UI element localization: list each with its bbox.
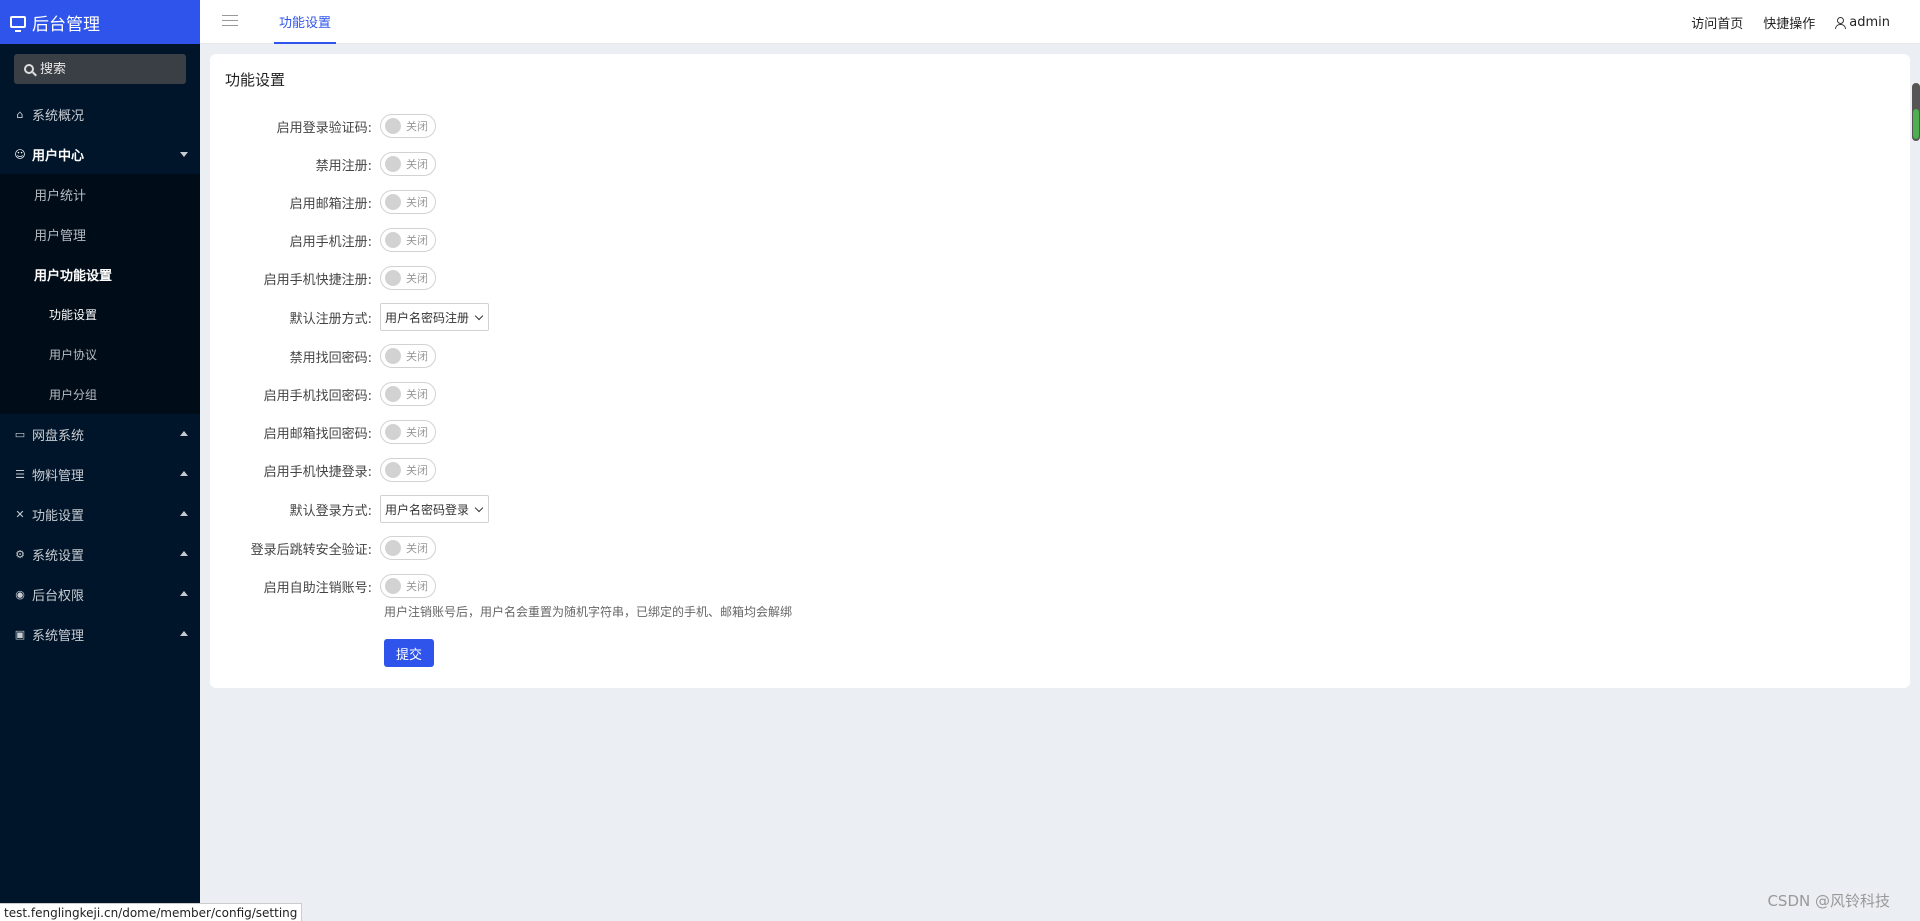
- toggle-phone-recover[interactable]: 关闭: [380, 382, 436, 406]
- row-default-login: 默认登录方式: 用户名密码登录: [210, 494, 490, 524]
- user-circle-icon: ◉: [15, 587, 25, 601]
- page-title: 功能设置: [225, 71, 286, 89]
- toggle-login-captcha[interactable]: 关闭: [380, 114, 436, 138]
- sidebar-item-user-stats[interactable]: 用户统计: [0, 174, 200, 214]
- sidebar-item-system-settings[interactable]: ⚙ 系统设置: [0, 534, 200, 574]
- users-icon: ☺: [14, 147, 26, 161]
- search-wrap: [0, 44, 200, 94]
- chevron-up-icon: [180, 631, 188, 636]
- row-default-register: 默认注册方式: 用户名密码注册: [210, 302, 490, 332]
- chevron-up-icon: [180, 591, 188, 596]
- sidebar-item-user-func-settings[interactable]: 用户功能设置: [0, 254, 200, 294]
- row-self-cancel: 启用自助注销账号: 关闭: [210, 573, 436, 599]
- toggle-email-recover[interactable]: 关闭: [380, 420, 436, 444]
- toggle-self-cancel[interactable]: 关闭: [380, 574, 436, 598]
- sidebar-item-features[interactable]: ✕ 功能设置: [0, 494, 200, 534]
- chevron-up-icon: [180, 551, 188, 556]
- tab-func-settings[interactable]: 功能设置: [274, 0, 337, 44]
- scrollbar-thumb[interactable]: [1913, 109, 1919, 139]
- row-phone-quick-register: 启用手机快捷注册: 关闭: [210, 265, 436, 291]
- chevron-down-icon: [474, 503, 484, 512]
- folder-icon: ▭: [14, 427, 26, 441]
- row-email-recover: 启用邮箱找回密码: 关闭: [210, 419, 436, 445]
- chevron-down-icon: [474, 311, 484, 320]
- sidebar-item-overview[interactable]: ⌂ 系统概况: [0, 94, 200, 134]
- user-center-submenu: 用户统计 用户管理 用户功能设置 功能设置 用户协议 用户分组: [0, 174, 200, 414]
- sidebar-item-user-manage[interactable]: 用户管理: [0, 214, 200, 254]
- chevron-up-icon: [180, 431, 188, 436]
- header-links: 访问首页 快捷操作 admin: [1671, 0, 1890, 44]
- sidebar-item-system-manage[interactable]: ▣ 系统管理: [0, 614, 200, 654]
- search-icon: [24, 64, 34, 74]
- row-email-register: 启用邮箱注册: 关闭: [210, 189, 436, 215]
- sidebar-item-netdisk[interactable]: ▭ 网盘系统: [0, 414, 200, 454]
- user-icon: [1835, 16, 1847, 29]
- page-scrollbar[interactable]: [1912, 83, 1920, 141]
- sidebar-item-user-center[interactable]: ☺ 用户中心: [0, 134, 200, 174]
- toggle-phone-quick-login[interactable]: 关闭: [380, 458, 436, 482]
- cancel-hint: 用户注销账号后，用户名会重置为随机字符串，已绑定的手机、邮箱均会解绑: [384, 605, 793, 619]
- row-phone-quick-login: 启用手机快捷登录: 关闭: [210, 457, 436, 483]
- card-icon: ▣: [14, 627, 26, 641]
- row-login-security-redirect: 登录后跳转安全验证: 关闭: [210, 535, 436, 561]
- brand[interactable]: 后台管理: [0, 0, 200, 44]
- chevron-up-icon: [180, 471, 188, 476]
- sidebar-item-materials[interactable]: ☰ 物料管理: [0, 454, 200, 494]
- default-register-select[interactable]: 用户名密码注册: [380, 303, 490, 331]
- toggle-login-security-redirect[interactable]: 关闭: [380, 536, 436, 560]
- user-menu[interactable]: admin: [1835, 15, 1890, 30]
- visit-home-link[interactable]: 访问首页: [1691, 13, 1743, 32]
- toggle-disable-register[interactable]: 关闭: [380, 152, 436, 176]
- sidebar-item-admin-perms[interactable]: ◉ 后台权限: [0, 574, 200, 614]
- row-login-captcha: 启用登录验证码: 关闭: [210, 113, 436, 139]
- search-box[interactable]: [14, 54, 186, 84]
- chevron-down-icon: [180, 152, 188, 157]
- toggle-phone-quick-register[interactable]: 关闭: [380, 266, 436, 290]
- submit-button[interactable]: 提交: [384, 639, 434, 667]
- default-login-select[interactable]: 用户名密码登录: [380, 495, 490, 523]
- gear-icon: ⚙: [15, 547, 25, 561]
- row-phone-register: 启用手机注册: 关闭: [210, 227, 436, 253]
- settings-card: 功能设置 启用登录验证码: 关闭 禁用注册: 关闭 启用邮箱注册: 关闭 启用手…: [210, 54, 1910, 688]
- row-disable-recover: 禁用找回密码: 关闭: [210, 343, 436, 369]
- monitor-icon: [10, 16, 26, 32]
- sidebar-menu: ⌂ 系统概况 ☺ 用户中心 用户统计 用户管理 用户功能设置 功能设置 用户协议…: [0, 94, 200, 654]
- status-url: test.fenglingkeji.cn/dome/member/config/…: [0, 903, 303, 921]
- chevron-up-icon: [180, 511, 188, 516]
- toggle-phone-register[interactable]: 关闭: [380, 228, 436, 252]
- brand-title: 后台管理: [32, 14, 100, 35]
- row-phone-recover: 启用手机找回密码: 关闭: [210, 381, 436, 407]
- toggle-disable-recover[interactable]: 关闭: [380, 344, 436, 368]
- watermark: CSDN @风铃科技: [1767, 892, 1890, 910]
- search-input[interactable]: [40, 61, 180, 77]
- menu-toggle-icon[interactable]: [222, 15, 238, 27]
- sidebar-item-user-groups[interactable]: 用户分组: [0, 374, 200, 414]
- top-header: 功能设置 访问首页 快捷操作 admin: [200, 0, 1920, 44]
- tools-icon: ✕: [15, 507, 25, 521]
- row-disable-register: 禁用注册: 关闭: [210, 151, 436, 177]
- home-icon: ⌂: [16, 107, 24, 121]
- quick-actions-link[interactable]: 快捷操作: [1763, 13, 1815, 32]
- toggle-email-register[interactable]: 关闭: [380, 190, 436, 214]
- sidebar-item-user-agreement[interactable]: 用户协议: [0, 334, 200, 374]
- list-icon: ☰: [15, 467, 25, 481]
- sidebar: 后台管理 ⌂ 系统概况 ☺ 用户中心 用户统计 用户管理 用户功能设置 功能设置…: [0, 0, 200, 921]
- sidebar-item-func-settings[interactable]: 功能设置: [0, 294, 200, 334]
